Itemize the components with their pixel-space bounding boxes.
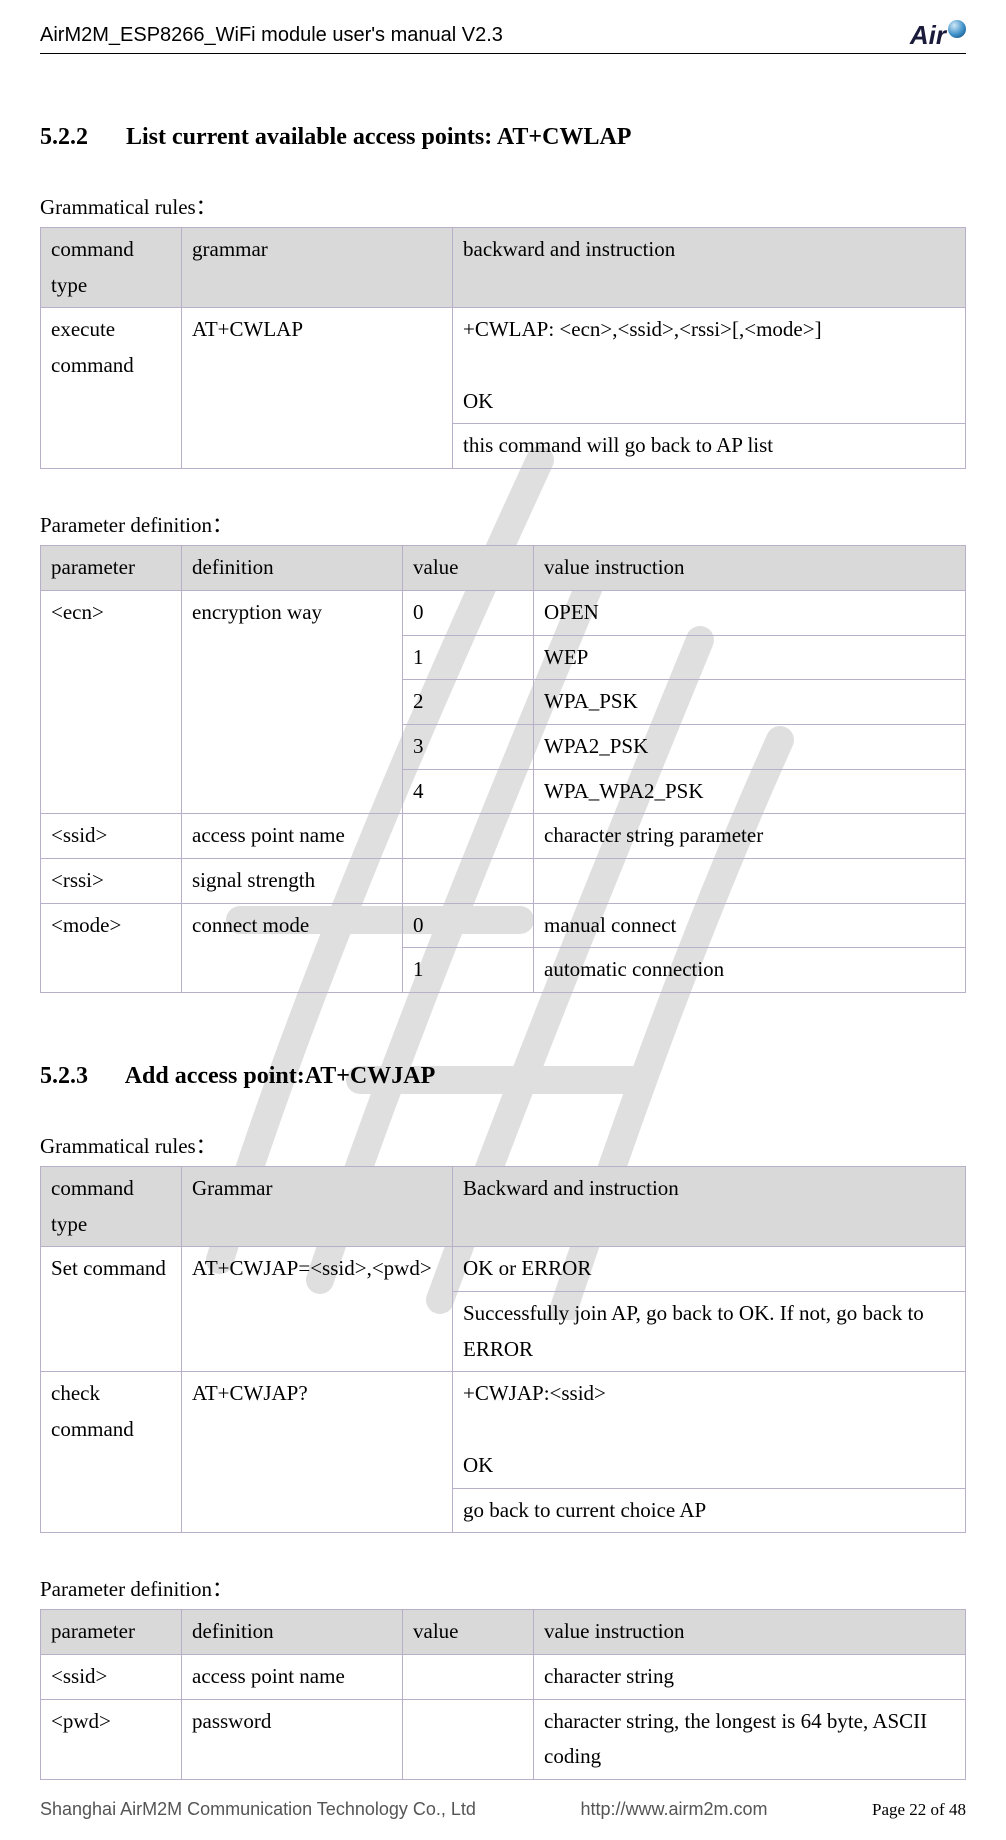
cell: OPEN [534, 590, 966, 635]
cell: Set command [41, 1247, 182, 1372]
table-header-row: command type Grammar Backward and instru… [41, 1167, 966, 1247]
table-row: <ssid> access point name character strin… [41, 814, 966, 859]
doc-title: AirM2M_ESP8266_WiFi module user's manual… [40, 24, 503, 47]
cell: character string, the longest is 64 byte… [534, 1699, 966, 1779]
table-row: <rssi> signal strength [41, 858, 966, 903]
section-title: Add access point:AT+CWJAP [125, 1063, 436, 1089]
cell: OK or ERROR [453, 1247, 966, 1292]
param-label: Parameter definition： [40, 1573, 966, 1603]
cell: <ssid> [41, 814, 182, 859]
param-table-cwlap: parameter definition value value instruc… [40, 545, 966, 993]
cell: automatic connection [534, 948, 966, 993]
cell: AT+CWJAP=<ssid>,<pwd> [182, 1247, 453, 1372]
param-table-cwjap: parameter definition value value instruc… [40, 1609, 966, 1780]
cell: +CWLAP: <ecn>,<ssid>,<rssi>[,<mode>] OK [453, 308, 966, 424]
cell: 3 [403, 724, 534, 769]
th-grammar: Grammar [182, 1167, 453, 1247]
cell: 2 [403, 680, 534, 725]
cell: execute command [41, 308, 182, 469]
th-backward: backward and instruction [453, 228, 966, 308]
th-value-instruction: value instruction [534, 1610, 966, 1655]
th-grammar: grammar [182, 228, 453, 308]
cell: AT+CWJAP? [182, 1372, 453, 1533]
grammar-label: Grammatical rules： [40, 1130, 966, 1160]
th-command-type: command type [41, 1167, 182, 1247]
th-backward: Backward and instruction [453, 1167, 966, 1247]
cell: WPA2_PSK [534, 724, 966, 769]
page-footer: Shanghai AirM2M Communication Technology… [40, 1799, 966, 1820]
cell: <ssid> [41, 1654, 182, 1699]
section-title: List current available access points: AT… [126, 124, 631, 150]
th-value-instruction: value instruction [534, 546, 966, 591]
cell: character string parameter [534, 814, 966, 859]
cell: <mode> [41, 903, 182, 992]
th-parameter: parameter [41, 1610, 182, 1655]
section-5-2-2-heading: 5.2.2 List current available access poin… [40, 124, 966, 151]
table-row: <ssid> access point name character strin… [41, 1654, 966, 1699]
cell: 0 [403, 903, 534, 948]
th-command-type: command type [41, 228, 182, 308]
cell: Successfully join AP, go back to OK. If … [453, 1292, 966, 1372]
cell: WPA_WPA2_PSK [534, 769, 966, 814]
footer-url: http://www.airm2m.com [580, 1799, 767, 1820]
th-definition: definition [182, 1610, 403, 1655]
globe-icon [948, 20, 966, 38]
table-header-row: parameter definition value value instruc… [41, 1610, 966, 1655]
footer-company: Shanghai AirM2M Communication Technology… [40, 1799, 476, 1820]
section-5-2-3-heading: 5.2.3 Add access point:AT+CWJAP [40, 1063, 966, 1090]
cell: signal strength [182, 858, 403, 903]
page-number: Page 22 of 48 [872, 1800, 966, 1820]
cell: +CWJAP:<ssid> OK [453, 1372, 966, 1488]
brand-logo: Air [910, 20, 966, 51]
cell: encryption way [182, 590, 403, 813]
grammar-label: Grammatical rules： [40, 191, 966, 221]
cell: <rssi> [41, 858, 182, 903]
grammar-table-cwjap: command type Grammar Backward and instru… [40, 1166, 966, 1533]
th-parameter: parameter [41, 546, 182, 591]
cell [403, 814, 534, 859]
table-row: <ecn> encryption way 0 OPEN [41, 590, 966, 635]
cell: this command will go back to AP list [453, 424, 966, 469]
table-row: <mode> connect mode 0 manual connect [41, 903, 966, 948]
cell: access point name [182, 814, 403, 859]
grammar-table-cwlap: command type grammar backward and instru… [40, 227, 966, 469]
cell: go back to current choice AP [453, 1488, 966, 1533]
th-value: value [403, 546, 534, 591]
cell: manual connect [534, 903, 966, 948]
param-label: Parameter definition： [40, 509, 966, 539]
logo-text: Air [910, 20, 946, 51]
cell: 0 [403, 590, 534, 635]
table-row: Set command AT+CWJAP=<ssid>,<pwd> OK or … [41, 1247, 966, 1292]
table-header-row: command type grammar backward and instru… [41, 228, 966, 308]
table-row: <pwd> password character string, the lon… [41, 1699, 966, 1779]
table-row: execute command AT+CWLAP +CWLAP: <ecn>,<… [41, 308, 966, 424]
cell: 1 [403, 948, 534, 993]
cell: access point name [182, 1654, 403, 1699]
page-header: AirM2M_ESP8266_WiFi module user's manual… [40, 20, 966, 54]
cell: character string [534, 1654, 966, 1699]
table-header-row: parameter definition value value instruc… [41, 546, 966, 591]
cell [403, 1699, 534, 1779]
cell: 1 [403, 635, 534, 680]
section-number: 5.2.3 [40, 1063, 120, 1090]
cell: <ecn> [41, 590, 182, 813]
th-definition: definition [182, 546, 403, 591]
cell: password [182, 1699, 403, 1779]
section-number: 5.2.2 [40, 124, 120, 151]
cell: WEP [534, 635, 966, 680]
cell: connect mode [182, 903, 403, 992]
cell [403, 858, 534, 903]
table-row: check command AT+CWJAP? +CWJAP:<ssid> OK [41, 1372, 966, 1488]
cell: WPA_PSK [534, 680, 966, 725]
cell: AT+CWLAP [182, 308, 453, 469]
th-value: value [403, 1610, 534, 1655]
cell: <pwd> [41, 1699, 182, 1779]
cell: check command [41, 1372, 182, 1533]
cell [403, 1654, 534, 1699]
cell [534, 858, 966, 903]
cell: 4 [403, 769, 534, 814]
